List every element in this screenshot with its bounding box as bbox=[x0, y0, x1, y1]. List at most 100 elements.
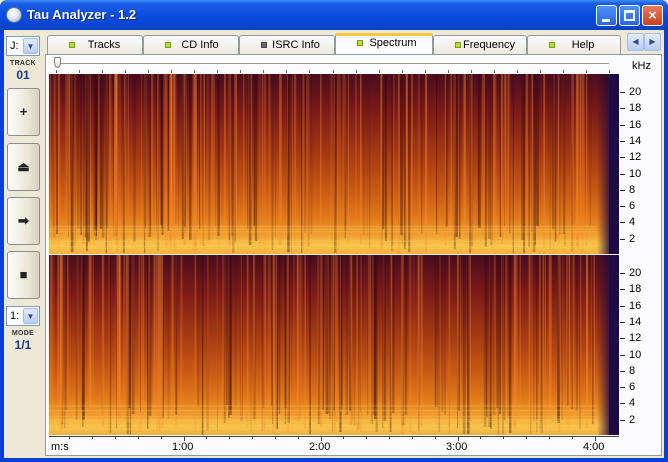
y-axis-bottom: 20 18 16 14 12 10 8 6 4 2 bbox=[620, 255, 660, 435]
maximize-button[interactable] bbox=[619, 5, 640, 26]
drive-value: J: bbox=[10, 40, 19, 52]
drive-select[interactable]: J: ▼ bbox=[6, 36, 40, 56]
spectrogram-streak bbox=[105, 74, 108, 246]
spectrogram-streak bbox=[226, 255, 228, 405]
y-axis-label: 6 bbox=[629, 381, 636, 394]
spectrogram-streak bbox=[501, 255, 503, 412]
y-axis-tick bbox=[620, 238, 625, 240]
mode-select[interactable]: 1: ▼ bbox=[6, 306, 40, 326]
stop-button[interactable]: ■ bbox=[7, 251, 40, 299]
spectrogram-streak bbox=[206, 255, 209, 431]
slider-tick bbox=[263, 70, 264, 73]
y-axis-label: 8 bbox=[629, 364, 636, 377]
spectrogram-streak bbox=[411, 74, 413, 224]
slider-tick bbox=[448, 70, 449, 73]
y-axis-tick bbox=[620, 157, 625, 159]
time-axis-tick bbox=[252, 436, 253, 439]
spectrogram-streak bbox=[403, 74, 406, 249]
spectrogram-streak bbox=[143, 255, 145, 408]
time-axis-tick bbox=[366, 436, 367, 439]
spectrogram-streak bbox=[201, 255, 204, 435]
spectrogram-streak bbox=[116, 255, 117, 429]
app-icon[interactable] bbox=[6, 7, 22, 23]
y-axis-label: 2 bbox=[629, 232, 636, 245]
spectrogram-streak bbox=[93, 74, 95, 230]
spectrogram-streak bbox=[304, 255, 306, 428]
close-icon: × bbox=[648, 7, 657, 24]
spectrum-panel: kHz 20 18 16 14 12 10 8 6 4 2 20 18 16 14 12 10 8 6 4 2 m:… bbox=[45, 54, 662, 456]
spectrogram-streak bbox=[98, 74, 100, 242]
position-slider[interactable] bbox=[56, 63, 609, 66]
spectrogram-streak bbox=[505, 255, 508, 417]
spectrogram-streak bbox=[194, 74, 197, 252]
tab-frequency[interactable]: Frequency bbox=[433, 35, 527, 54]
spectrogram-streak bbox=[151, 74, 154, 242]
spectrogram-streak bbox=[273, 255, 276, 412]
spectrogram-streak bbox=[303, 74, 305, 251]
spectrogram-streak bbox=[340, 255, 341, 412]
spectrogram-streak bbox=[444, 255, 446, 415]
y-axis-label: 14 bbox=[629, 315, 642, 328]
spectrogram-streak bbox=[186, 74, 187, 241]
client-area: J: ▼ TRACK 01 + ⏏ ➡ ■ 1: ▼ MODE 1/1 Trac… bbox=[4, 30, 664, 458]
spectrogram-streak bbox=[444, 74, 447, 246]
minimize-button[interactable] bbox=[596, 5, 617, 26]
spectrogram-streak bbox=[400, 74, 403, 235]
y-axis-label: 6 bbox=[629, 200, 636, 213]
time-axis-line bbox=[49, 436, 619, 437]
add-button[interactable]: + bbox=[7, 88, 40, 136]
close-button[interactable]: × bbox=[642, 5, 663, 26]
spectrogram-streak bbox=[503, 74, 507, 227]
chevron-right-icon[interactable]: ▶ bbox=[644, 33, 661, 51]
spectrogram-edge bbox=[597, 74, 609, 254]
time-axis-label: 4:00 bbox=[583, 441, 605, 453]
y-axis-tick bbox=[620, 321, 625, 323]
spectrogram-streak bbox=[329, 255, 332, 419]
spectrogram-streak bbox=[585, 74, 588, 246]
app-window: Tau Analyzer - 1.2 × J: ▼ TRACK 01 + ⏏ ➡… bbox=[0, 0, 668, 462]
chevron-left-icon[interactable]: ◀ bbox=[627, 33, 644, 51]
spectrogram-streak bbox=[435, 255, 438, 407]
spectrogram-band bbox=[49, 228, 597, 230]
tab-cd-info[interactable]: CD Info bbox=[143, 35, 239, 54]
tab-label: Tracks bbox=[87, 39, 121, 51]
time-axis-tick bbox=[503, 436, 504, 439]
spectrogram-streak bbox=[348, 74, 349, 243]
spectrogram-streak bbox=[339, 74, 341, 235]
title-bar[interactable]: Tau Analyzer - 1.2 × bbox=[0, 0, 668, 30]
spectrogram-band bbox=[49, 245, 597, 248]
chevron-down-icon[interactable]: ▼ bbox=[23, 38, 38, 54]
spectrogram-streak bbox=[86, 74, 88, 251]
eject-button[interactable]: ⏏ bbox=[7, 143, 40, 191]
spectrogram-streak bbox=[228, 74, 231, 240]
slider-tick bbox=[540, 70, 541, 73]
spectrogram-streak bbox=[367, 255, 370, 410]
tab-help[interactable]: Help bbox=[527, 35, 621, 54]
tab-tracks[interactable]: Tracks bbox=[47, 35, 143, 54]
spectrogram-band bbox=[49, 405, 597, 407]
spectrogram-streak bbox=[59, 255, 62, 418]
spectrogram-streak bbox=[145, 74, 147, 228]
spectrogram-streak bbox=[368, 74, 371, 248]
spectrogram-streak bbox=[349, 255, 352, 411]
y-axis-label: 4 bbox=[629, 397, 636, 410]
y-axis-label: 12 bbox=[629, 151, 642, 164]
time-axis-tick bbox=[206, 436, 207, 439]
tab-isrc-info[interactable]: ISRC Info bbox=[239, 35, 335, 54]
spectrogram-streak bbox=[568, 255, 571, 406]
spectrogram-streak bbox=[317, 255, 321, 424]
spectrogram-streak bbox=[284, 255, 287, 424]
spectrogram-streak bbox=[330, 74, 333, 243]
spectrogram-streak bbox=[287, 74, 288, 237]
spectrogram-streak bbox=[149, 255, 152, 416]
spectrogram-streak bbox=[157, 74, 159, 242]
spectrogram-streak bbox=[125, 74, 127, 239]
play-button[interactable]: ➡ bbox=[7, 197, 40, 245]
tab-spectrum[interactable]: Spectrum bbox=[335, 33, 433, 55]
spectrogram-edge bbox=[597, 255, 609, 435]
spectrogram-streak bbox=[163, 74, 167, 235]
spectrogram-streak bbox=[514, 255, 517, 426]
chevron-down-icon[interactable]: ▼ bbox=[23, 308, 38, 324]
slider-thumb[interactable] bbox=[54, 57, 61, 68]
spectrogram-streak bbox=[486, 255, 488, 417]
